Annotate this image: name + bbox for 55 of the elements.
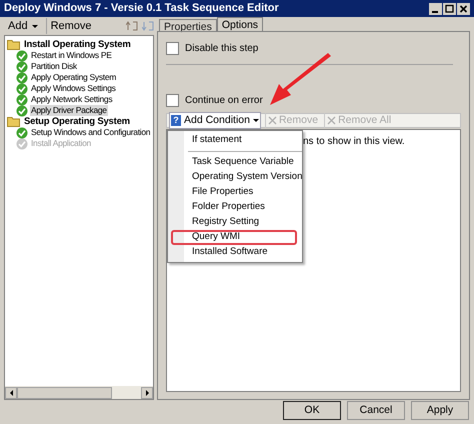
check-step-icon (16, 94, 28, 106)
check-step-icon (16, 104, 28, 116)
checkbox[interactable] (166, 94, 179, 106)
checkbox-label[interactable]: Continue on error (185, 92, 263, 108)
dialog-button[interactable]: Apply (411, 401, 469, 420)
add-menu-button[interactable]: Add (4, 18, 42, 34)
annotation-arrow (269, 53, 333, 108)
menu-item[interactable]: Installed Software (168, 245, 268, 260)
dialog-button[interactable]: Cancel (347, 401, 405, 420)
scroll-left-icon[interactable] (5, 386, 17, 398)
help-icon: ? (171, 115, 181, 126)
scroll-thumb[interactable] (17, 386, 112, 398)
move-up-icon[interactable] (126, 20, 138, 32)
folder-icon (7, 39, 20, 50)
caret-icon (32, 24, 38, 28)
menu-item[interactable]: If statement (168, 133, 242, 148)
close-icon[interactable] (457, 2, 470, 14)
add-condition-button[interactable]: ? Add Condition (169, 112, 261, 130)
remove-button[interactable]: Remove (46, 18, 96, 34)
tree-group-label[interactable]: Setup Operating System (24, 116, 130, 127)
tree-item[interactable]: Apply Network Settings (30, 94, 114, 105)
window-title: Deploy Windows 7 - Versie 0.1 Task Sequence Editor (4, 1, 279, 16)
check-step-icon (16, 126, 28, 138)
cross-icon (327, 116, 336, 125)
menu-item[interactable]: Operating System Version (168, 170, 302, 185)
tree-item[interactable]: Setup Windows and Configuration (30, 127, 152, 138)
tree-group-label[interactable]: Install Operating System (24, 39, 131, 50)
menu-item[interactable]: Task Sequence Variable (168, 155, 294, 170)
caret-icon (252, 119, 259, 122)
check-step-icon (16, 50, 28, 62)
menu-item[interactable]: File Properties (168, 185, 254, 200)
empty-list-message: ns to show in this view. (303, 135, 405, 149)
check-step-icon (16, 82, 28, 94)
tree-item[interactable]: Apply Windows Settings (30, 83, 117, 94)
folder-icon (7, 116, 20, 127)
tree-item[interactable]: Partition Disk (30, 61, 78, 72)
menu-item[interactable]: Registry Setting (168, 215, 260, 230)
tab[interactable]: Options (216, 17, 264, 31)
cross-icon (268, 116, 277, 125)
minimize-icon[interactable] (429, 2, 442, 14)
scroll-right-icon[interactable] (141, 386, 153, 398)
checkbox[interactable] (166, 42, 179, 54)
tab[interactable]: Properties (159, 19, 217, 31)
dialog-button[interactable]: OK (283, 401, 341, 420)
check-step-icon (16, 72, 28, 84)
disabled-step-icon (16, 138, 28, 150)
check-step-icon (16, 60, 28, 72)
horizontal-scrollbar[interactable] (5, 386, 153, 399)
menu-item[interactable]: Query WMI (168, 230, 240, 245)
tree-item[interactable]: Restart in Windows PE (30, 50, 113, 61)
maximize-icon[interactable] (443, 2, 456, 14)
tree-item[interactable]: Apply Operating System (30, 72, 118, 83)
checkbox-label[interactable]: Disable this step (185, 40, 258, 56)
tree-item[interactable]: Apply Driver Package (30, 105, 108, 116)
menu-item[interactable]: Folder Properties (168, 200, 265, 215)
